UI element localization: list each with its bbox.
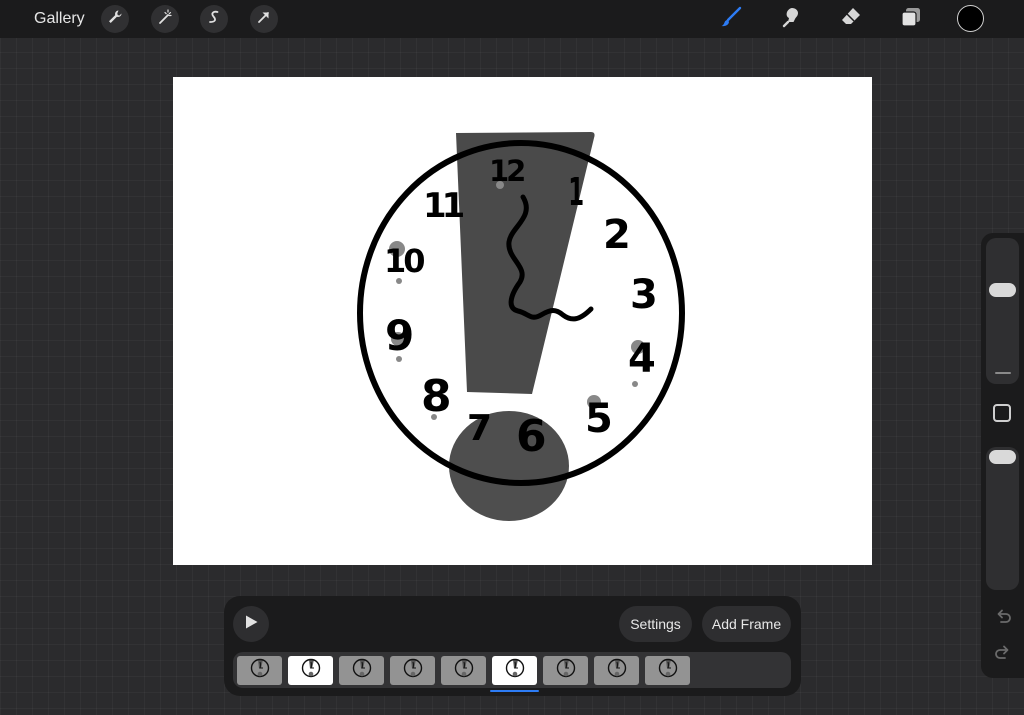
clock-thumbnail-icon: [606, 657, 628, 684]
frame-thumbnail[interactable]: [339, 656, 384, 685]
eraser-tool[interactable]: [837, 5, 865, 33]
clock-number-7: 7: [467, 408, 493, 449]
undo-icon: [993, 607, 1013, 632]
clock-number-12: 12: [489, 154, 526, 188]
gallery-button[interactable]: Gallery: [34, 10, 85, 28]
frame-thumbnail[interactable]: [645, 656, 690, 685]
clock-thumbnail-icon: [504, 657, 526, 684]
clock-thumbnail-icon: [402, 657, 424, 684]
clock-number-10: 10: [384, 242, 425, 280]
clock-number-11: 11: [423, 186, 465, 226]
brush-tool[interactable]: [717, 5, 745, 33]
smudge-tool[interactable]: [777, 5, 805, 33]
clock-number-2: 2: [603, 212, 631, 258]
wrench-icon: [107, 9, 123, 30]
clock-drawing: [357, 132, 685, 521]
layers-tool[interactable]: [897, 5, 925, 33]
clock-thumbnail-icon: [249, 657, 271, 684]
opacity-slider[interactable]: [986, 447, 1019, 590]
top-toolbar: Gallery: [0, 0, 1024, 38]
clock-number-4: 4: [628, 336, 656, 382]
frame-thumbnail[interactable]: [492, 656, 537, 685]
clock-number-1: 1: [568, 170, 585, 214]
actions-button[interactable]: [101, 5, 129, 33]
clock-thumbnail-icon: [657, 657, 679, 684]
brush-size-slider[interactable]: [986, 238, 1019, 384]
right-sidebar: [981, 233, 1024, 678]
clock-thumbnail-icon: [453, 657, 475, 684]
clock-number-9: 9: [385, 311, 415, 360]
redo-icon: [993, 643, 1013, 668]
clock-thumbnail-icon: [300, 657, 322, 684]
brush-size-handle[interactable]: [989, 283, 1016, 297]
brush-icon: [719, 5, 743, 34]
frame-thumbnail[interactable]: [543, 656, 588, 685]
frame-thumbnail[interactable]: [441, 656, 486, 685]
animation-assist-panel: Settings Add Frame: [224, 596, 801, 696]
frame-thumbnail[interactable]: [288, 656, 333, 685]
color-swatch[interactable]: [957, 5, 984, 32]
adjustments-button[interactable]: [151, 5, 179, 33]
transform-arrow-icon: [256, 9, 272, 30]
clock-thumbnail-icon: [555, 657, 577, 684]
frames-timeline[interactable]: [233, 652, 791, 692]
layers-icon: [899, 5, 923, 34]
redo-button[interactable]: [992, 644, 1014, 666]
slider-tick: [995, 372, 1011, 374]
frame-thumbnail[interactable]: [594, 656, 639, 685]
selection-button[interactable]: [200, 5, 228, 33]
magic-wand-icon: [157, 8, 173, 30]
eraser-icon: [839, 5, 863, 34]
clock-thumbnail-icon: [351, 657, 373, 684]
transform-button[interactable]: [250, 5, 278, 33]
selected-frame-indicator: [490, 690, 539, 692]
selection-icon: [206, 9, 222, 30]
smudge-icon: [779, 5, 803, 34]
clock-number-3: 3: [630, 272, 658, 318]
drawing-canvas[interactable]: 12 1 2 3 4 5 6 7 8 9 10 11: [173, 77, 872, 565]
add-frame-button[interactable]: Add Frame: [702, 606, 791, 642]
clock-number-5: 5: [585, 396, 613, 442]
play-button[interactable]: [233, 606, 269, 642]
undo-button[interactable]: [992, 608, 1014, 630]
clock-number-8: 8: [421, 371, 452, 422]
clock-number-6: 6: [516, 411, 547, 462]
play-icon: [242, 613, 260, 636]
frame-thumbnail[interactable]: [237, 656, 282, 685]
frame-thumbnail[interactable]: [390, 656, 435, 685]
modify-button[interactable]: [993, 404, 1011, 422]
settings-button[interactable]: Settings: [619, 606, 692, 642]
opacity-handle[interactable]: [989, 450, 1016, 464]
